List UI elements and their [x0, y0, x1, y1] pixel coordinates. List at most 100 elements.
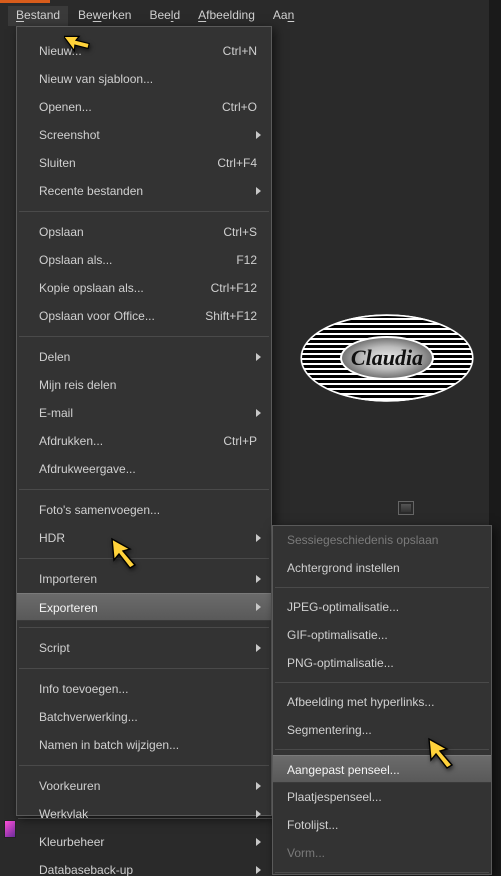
menubar-item-bewerken[interactable]: Bewerken — [70, 6, 139, 26]
menu-item-importeren[interactable]: Importeren — [17, 565, 271, 593]
menu-item-label: GIF-optimalisatie... — [287, 628, 388, 642]
submenu-arrow-icon — [256, 131, 261, 139]
menu-separator — [19, 668, 269, 669]
menu-item-label: Openen... — [39, 100, 92, 114]
submenu-arrow-icon — [256, 575, 261, 583]
menu-item-shortcut: Ctrl+S — [223, 218, 257, 246]
menu-item-label: Sluiten — [39, 156, 76, 170]
menu-item-voorkeuren[interactable]: Voorkeuren — [17, 772, 271, 800]
menu-item-label: Fotolijst... — [287, 818, 338, 832]
menu-item-mijn-reis-delen[interactable]: Mijn reis delen — [17, 371, 271, 399]
menu-item-label: Opslaan als... — [39, 253, 112, 267]
menu-item-label: E-mail — [39, 406, 73, 420]
menu-item-label: PNG-optimalisatie... — [287, 656, 394, 670]
submenu-arrow-icon — [256, 534, 261, 542]
menu-item-script[interactable]: Script — [17, 634, 271, 662]
export-item-afbeelding-met-hyperlinks[interactable]: Afbeelding met hyperlinks... — [273, 688, 491, 716]
menu-item-label: Screenshot — [39, 128, 100, 142]
menu-item-label: Kleurbeheer — [39, 835, 104, 849]
export-item-png-optimalisatie[interactable]: PNG-optimalisatie... — [273, 649, 491, 677]
menu-item-label: Importeren — [39, 572, 97, 586]
menu-item-label: Delen — [39, 350, 70, 364]
export-item-jpeg-optimalisatie[interactable]: JPEG-optimalisatie... — [273, 593, 491, 621]
menu-separator — [19, 336, 269, 337]
submenu-arrow-icon — [256, 187, 261, 195]
menu-separator — [19, 211, 269, 212]
export-item-segmentering[interactable]: Segmentering... — [273, 716, 491, 744]
menu-separator — [275, 587, 489, 588]
menu-separator — [275, 872, 489, 873]
menu-item-afdrukken[interactable]: Afdrukken... Ctrl+P — [17, 427, 271, 455]
menubar-item-afbeelding[interactable]: Afbeelding — [190, 6, 263, 26]
menu-item-shortcut: Ctrl+F4 — [217, 149, 257, 177]
menu-item-nieuw-van-sjabloon[interactable]: Nieuw van sjabloon... — [17, 65, 271, 93]
menu-separator — [275, 682, 489, 683]
export-item-aangepast-penseel[interactable]: Aangepast penseel... — [273, 755, 491, 783]
export-item-achtergrond-instellen[interactable]: Achtergrond instellen — [273, 554, 491, 582]
menu-item-opslaan[interactable]: Opslaan Ctrl+S — [17, 218, 271, 246]
menu-item-label: Mijn reis delen — [39, 378, 116, 392]
menu-item-exporteren[interactable]: Exporteren — [17, 593, 271, 621]
menu-separator — [19, 765, 269, 766]
export-item-sessiegeschiedenis-opslaan: Sessiegeschiedenis opslaan — [273, 526, 491, 554]
menu-item-e-mail[interactable]: E-mail — [17, 399, 271, 427]
menu-item-label: Info toevoegen... — [39, 682, 128, 696]
menu-item-label: Databaseback-up — [39, 863, 133, 876]
menubar-item-beeld[interactable]: Beeld — [141, 6, 188, 26]
export-submenu: Sessiegeschiedenis opslaan Achtergrond in… — [272, 525, 492, 875]
watermark-text: Claudia — [342, 338, 432, 378]
menu-item-info-toevoegen[interactable]: Info toevoegen... — [17, 675, 271, 703]
menu-item-label: Script — [39, 641, 70, 655]
menu-item-opslaan-voor-office[interactable]: Opslaan voor Office... Shift+F12 — [17, 302, 271, 330]
menu-item-sluiten[interactable]: Sluiten Ctrl+F4 — [17, 149, 271, 177]
menu-item-namen-in-batch-wijzigen[interactable]: Namen in batch wijzigen... — [17, 731, 271, 759]
menu-item-label: Batchverwerking... — [39, 710, 138, 724]
menu-item-label: Kopie opslaan als... — [39, 281, 144, 295]
menu-item-label: JPEG-optimalisatie... — [287, 600, 399, 614]
menu-item-shortcut: Ctrl+O — [222, 93, 257, 121]
menu-separator — [19, 627, 269, 628]
menu-item-label: Afbeelding met hyperlinks... — [287, 695, 434, 709]
menu-item-delen[interactable]: Delen — [17, 343, 271, 371]
menu-item-screenshot[interactable]: Screenshot — [17, 121, 271, 149]
export-item-plaatjespenseel[interactable]: Plaatjespenseel... — [273, 783, 491, 811]
menu-item-label: Vorm... — [287, 846, 325, 860]
window-accent — [0, 0, 501, 3]
submenu-arrow-icon — [256, 353, 261, 361]
watermark-center: Claudia — [340, 336, 434, 380]
menu-item-shortcut: Ctrl+P — [223, 427, 257, 455]
menu-item-nieuw[interactable]: Nieuw... Ctrl+N — [17, 37, 271, 65]
menu-item-label: Afdrukken... — [39, 434, 103, 448]
menu-item-kopie-opslaan-als[interactable]: Kopie opslaan als...Ctrl+F12 — [17, 274, 271, 302]
menu-item-opslaan-als[interactable]: Opslaan als...F12 — [17, 246, 271, 274]
menu-item-batchverwerking[interactable]: Batchverwerking... — [17, 703, 271, 731]
menu-separator — [275, 749, 489, 750]
document-tab[interactable] — [4, 820, 16, 838]
menu-item-label: Nieuw... — [39, 44, 82, 58]
menu-item-label: Voorkeuren — [39, 779, 100, 793]
menu-item-databaseback-up[interactable]: Databaseback-up — [17, 856, 271, 876]
watermark-logo: Claudia — [300, 314, 474, 402]
submenu-arrow-icon — [256, 603, 261, 611]
menu-item-label: Opslaan — [39, 225, 84, 239]
submenu-arrow-icon — [256, 810, 261, 818]
menu-item-label: Opslaan voor Office... — [39, 309, 155, 323]
menu-item-shortcut: Ctrl+N — [223, 37, 257, 65]
menu-item-foto-s-samenvoegen[interactable]: Foto's samenvoegen... — [17, 496, 271, 524]
file-menu-dropdown: Nieuw... Ctrl+N Nieuw van sjabloon... Opene… — [16, 26, 272, 816]
menu-item-hdr[interactable]: HDR — [17, 524, 271, 552]
menu-item-openen[interactable]: Openen... Ctrl+O — [17, 93, 271, 121]
export-item-gif-optimalisatie[interactable]: GIF-optimalisatie... — [273, 621, 491, 649]
document-tab-strip — [18, 818, 272, 836]
export-item-fotolijst[interactable]: Fotolijst... — [273, 811, 491, 839]
menu-item-recente-bestanden[interactable]: Recente bestanden — [17, 177, 271, 205]
export-item-vorm: Vorm... — [273, 839, 491, 867]
menu-item-label: Sessiegeschiedenis opslaan — [287, 533, 438, 547]
menu-item-afdrukweergave[interactable]: Afdrukweergave... — [17, 455, 271, 483]
menubar-item-aan[interactable]: Aan — [265, 6, 302, 26]
menu-item-label: Foto's samenvoegen... — [39, 503, 160, 517]
menubar-item-bestand[interactable]: Bestand — [8, 6, 68, 26]
menu-item-shortcut: Shift+F12 — [205, 302, 257, 330]
menu-item-label: Nieuw van sjabloon... — [39, 72, 153, 86]
submenu-arrow-icon — [256, 644, 261, 652]
